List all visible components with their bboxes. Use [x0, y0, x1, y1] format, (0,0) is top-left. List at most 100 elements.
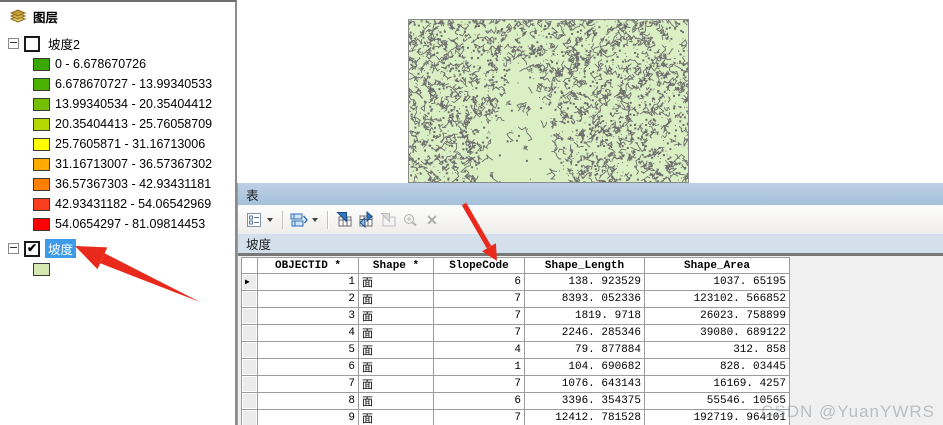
table-cell[interactable]: 1819. 9718 — [524, 307, 645, 325]
table-cell[interactable]: 7 — [433, 375, 525, 393]
table-row: ▶ 1 面 6 138. 923529 1037. 65195 — [241, 273, 790, 291]
table-cell[interactable]: 123102. 566852 — [644, 290, 790, 308]
table-cell[interactable]: 7 — [433, 307, 525, 325]
table-cell[interactable]: 面 — [358, 273, 434, 291]
table-cell[interactable]: 8 — [257, 392, 359, 410]
table-cell[interactable]: 79. 877884 — [524, 341, 645, 359]
layer-checkbox-unchecked[interactable] — [24, 35, 40, 52]
related-tables-icon[interactable] — [289, 210, 309, 230]
related-tables-dropdown-icon[interactable] — [312, 217, 318, 222]
table-cell[interactable]: 1 — [257, 273, 359, 291]
table-cell[interactable]: 828. 03445 — [644, 358, 790, 376]
table-cell[interactable]: 7 — [257, 375, 359, 393]
row-selector[interactable] — [241, 375, 258, 393]
column-header[interactable]: Shape_Area — [644, 257, 790, 274]
table-cell[interactable]: 6 — [433, 392, 525, 410]
legend-item[interactable]: 6.678670727 - 13.99340533 — [33, 74, 235, 94]
table-grid-area: OBJECTID * Shape * SlopeCode Shape_Length Sh… — [241, 257, 943, 425]
table-cell[interactable]: 7 — [433, 409, 525, 425]
row-selector[interactable] — [241, 341, 258, 359]
table-cell[interactable]: 16169. 4257 — [644, 375, 790, 393]
legend-swatch[interactable] — [33, 77, 50, 91]
legend-swatch[interactable] — [33, 262, 50, 276]
legend-item[interactable]: 36.57367303 - 42.93431181 — [33, 174, 235, 194]
table-options-icon[interactable] — [244, 210, 264, 230]
legend-item[interactable]: 54.0654297 - 81.09814453 — [33, 214, 235, 234]
table-cell[interactable]: 3396. 354375 — [524, 392, 645, 410]
table-cell[interactable]: 8393. 052336 — [524, 290, 645, 308]
table-cell[interactable]: 5 — [257, 341, 359, 359]
table-cell[interactable]: 面 — [358, 324, 434, 342]
table-cell[interactable]: 104. 690682 — [524, 358, 645, 376]
legend-swatch[interactable] — [33, 157, 50, 171]
table-cell[interactable]: 面 — [358, 290, 434, 308]
table-cell[interactable]: 26023. 758899 — [644, 307, 790, 325]
column-header[interactable]: OBJECTID * — [257, 257, 359, 274]
table-cell[interactable]: 1 — [433, 358, 525, 376]
table-cell[interactable]: 1037. 65195 — [644, 273, 790, 291]
layer-item-slope[interactable]: ✔ 坡度 — [8, 239, 235, 258]
row-selector[interactable] — [241, 409, 258, 425]
row-selector[interactable] — [241, 358, 258, 376]
map-view[interactable] — [408, 19, 689, 183]
table-corner-cell — [241, 257, 258, 274]
layer-checkbox-checked[interactable]: ✔ — [24, 240, 40, 257]
table-cell[interactable]: 9 — [257, 409, 359, 425]
legend-label: 20.35404413 - 25.76058709 — [55, 117, 213, 131]
table-cell[interactable]: 面 — [358, 358, 434, 376]
legend-item[interactable]: 13.99340534 - 20.35404412 — [33, 94, 235, 114]
column-header[interactable]: SlopeCode — [433, 257, 525, 274]
table-cell[interactable]: 312. 858 — [644, 341, 790, 359]
legend-item[interactable]: 42.93431182 - 54.06542969 — [33, 194, 235, 214]
collapse-icon[interactable] — [8, 38, 19, 49]
legend-swatch[interactable] — [33, 137, 50, 151]
table-cell[interactable]: 1076. 643143 — [524, 375, 645, 393]
table-cell[interactable]: 12412. 781528 — [524, 409, 645, 425]
table-cell[interactable]: 4 — [433, 341, 525, 359]
layer-label-selected[interactable]: 坡度 — [45, 239, 77, 258]
legend-item[interactable]: 31.16713007 - 36.57367302 — [33, 154, 235, 174]
table-cell[interactable]: 3 — [257, 307, 359, 325]
table-cell[interactable]: 39080. 689122 — [644, 324, 790, 342]
row-selector[interactable] — [241, 307, 258, 325]
table-tab-slope[interactable]: 坡度 — [238, 233, 943, 256]
select-highlighted-icon[interactable] — [334, 210, 354, 230]
table-cell[interactable]: 7 — [433, 324, 525, 342]
legend-swatch[interactable] — [33, 57, 50, 71]
table-cell[interactable]: 面 — [358, 409, 434, 425]
legend-item[interactable]: 20.35404413 - 25.76058709 — [33, 114, 235, 134]
legend-item[interactable] — [33, 259, 235, 279]
row-selector[interactable] — [241, 324, 258, 342]
table-cell[interactable]: 面 — [358, 392, 434, 410]
table-cell[interactable]: 138. 923529 — [524, 273, 645, 291]
column-header[interactable]: Shape_Length — [524, 257, 645, 274]
table-cell[interactable]: 2246. 285346 — [524, 324, 645, 342]
switch-selection-icon[interactable] — [356, 210, 376, 230]
row-selector[interactable]: ▶ — [241, 273, 258, 291]
layer-item-slope2[interactable]: 坡度2 — [8, 35, 235, 52]
collapse-icon[interactable] — [8, 243, 19, 254]
legend-swatch[interactable] — [33, 217, 50, 231]
legend-swatch[interactable] — [33, 177, 50, 191]
legend-label: 0 - 6.678670726 — [55, 57, 147, 71]
table-cell[interactable]: 6 — [433, 273, 525, 291]
table-cell[interactable]: 面 — [358, 375, 434, 393]
legend-swatch[interactable] — [33, 97, 50, 111]
legend-item[interactable]: 0 - 6.678670726 — [33, 54, 235, 74]
layer-label[interactable]: 坡度2 — [45, 34, 83, 53]
table-cell[interactable]: 7 — [433, 290, 525, 308]
table-options-dropdown-icon[interactable] — [267, 217, 273, 222]
layers-panel-title: 图层 — [33, 11, 59, 25]
row-selector[interactable] — [241, 392, 258, 410]
legend-item[interactable]: 25.7605871 - 31.16713006 — [33, 134, 235, 154]
table-cell[interactable]: 6 — [257, 358, 359, 376]
legend-label: 6.678670727 - 13.99340533 — [55, 77, 213, 91]
legend-swatch[interactable] — [33, 117, 50, 131]
table-cell[interactable]: 4 — [257, 324, 359, 342]
legend-swatch[interactable] — [33, 197, 50, 211]
column-header[interactable]: Shape * — [358, 257, 434, 274]
table-cell[interactable]: 面 — [358, 307, 434, 325]
table-cell[interactable]: 2 — [257, 290, 359, 308]
table-cell[interactable]: 面 — [358, 341, 434, 359]
row-selector[interactable] — [241, 290, 258, 308]
